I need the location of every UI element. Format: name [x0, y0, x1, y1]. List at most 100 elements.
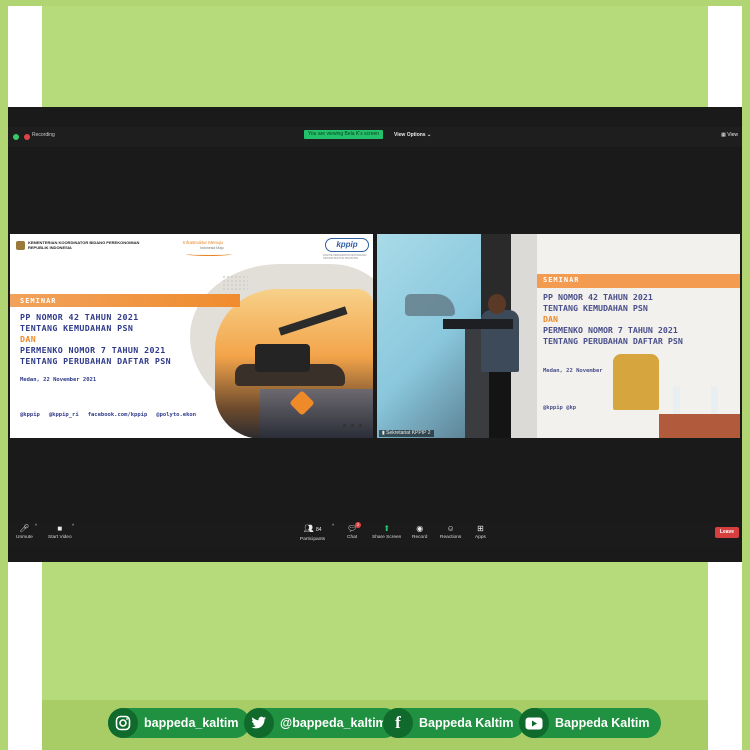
projected-excavator	[405, 294, 455, 316]
banner-date: Medan, 22 November	[543, 368, 603, 374]
slide-title-line-2: TENTANG KEMUDAHAN PSN	[20, 323, 134, 333]
participants-chevron-icon[interactable]: ^	[332, 524, 334, 529]
reactions-button[interactable]: ☺ Reactions	[440, 524, 461, 540]
slide-social-instagram: @kppip	[20, 412, 40, 418]
water-bottle	[711, 386, 718, 414]
share-screen-icon: ⬆	[383, 524, 391, 533]
shared-screen-slide: KEMENTERIAN KOORDINATOR BIDANG PEREKONOM…	[10, 234, 373, 438]
grid-icon: ▦	[721, 132, 726, 138]
frame-right	[742, 0, 750, 750]
banner-line-4: PERMENKO NOMOR 7 TAHUN 2021	[543, 325, 678, 335]
twitter-pill[interactable]: @bappeda_kaltim	[244, 708, 399, 738]
record-label: Record	[412, 535, 428, 540]
chat-button[interactable]: 💬︎ 2 Chat	[347, 522, 362, 540]
facebook-handle: Bappeda Kaltim	[419, 716, 514, 730]
participant-name-label: ▮ Sekretariat KPPIP 2	[379, 430, 434, 437]
podium-top	[443, 319, 513, 329]
garuda-emblem-icon	[16, 241, 25, 250]
unmute-label: Unmute	[16, 535, 33, 540]
microphone-muted-icon: 🎤︎	[19, 524, 30, 533]
start-video-button[interactable]: ■ Start Video	[48, 524, 72, 540]
participant-name: Sekretariat KPPIP 2	[386, 430, 431, 436]
banner-line-3: DAN	[543, 314, 558, 324]
reactions-icon: ☺	[446, 524, 455, 533]
instagram-pill[interactable]: bappeda_kaltim	[108, 708, 251, 738]
ministry-name: KEMENTERIAN KOORDINATOR BIDANG PEREKONOM…	[28, 240, 140, 250]
slide-social-instagram-2: @polyto.ekon	[156, 412, 197, 418]
recording-label: Recording	[32, 132, 55, 138]
frame-left	[0, 0, 8, 750]
slide-title-line-1: PP NOMOR 42 TAHUN 2021	[20, 312, 139, 322]
slide-date: Medan, 22 November 2021	[20, 377, 97, 383]
chat-badge: 2	[355, 522, 362, 528]
slide-social-twitter: @kppip_ri	[48, 412, 79, 418]
youtube-icon	[519, 708, 549, 738]
apps-label: Apps	[475, 535, 486, 540]
unmute-button[interactable]: 🎤︎ Unmute	[16, 524, 33, 540]
facebook-icon: f	[383, 708, 413, 738]
facebook-pill[interactable]: f Bappeda Kaltim	[383, 708, 526, 738]
view-button[interactable]: ▦ View	[721, 132, 738, 138]
infra-subtitle: Indonesia Maju	[200, 246, 224, 250]
slide-title-line-4: PERMENKO NOMOR 7 TAHUN 2021	[20, 345, 166, 355]
excavator-cab	[255, 344, 310, 372]
chevron-down-icon: ⌄	[426, 132, 432, 138]
recording-icon	[24, 134, 30, 140]
participants-label: Participants	[300, 537, 326, 542]
banner-line-5: TENTANG PERUBAHAN DAFTAR PSN	[543, 336, 683, 346]
twitter-handle: @bappeda_kaltim	[280, 716, 387, 730]
reactions-label: Reactions	[440, 535, 462, 540]
view-options-label: View Options	[394, 132, 426, 138]
signal-icon: ▮	[382, 430, 385, 436]
view-options-button[interactable]: View Options ⌄	[394, 132, 431, 138]
share-screen-button[interactable]: ⬆ Share Screen	[372, 524, 401, 540]
kppip-logo: kppip	[325, 238, 369, 252]
speaker-legs	[489, 372, 511, 438]
slide-social-facebook: facebook.com/kppip	[87, 412, 148, 418]
speaker-video-tile[interactable]: SEMINAR PP NOMOR 42 TAHUN 2021 TENTANG K…	[377, 234, 740, 438]
instagram-icon	[108, 708, 138, 738]
zoom-meeting-window: Recording You are viewing Bela K's scree…	[8, 107, 742, 562]
zoom-top-bar: Recording You are viewing Bela K's scree…	[8, 127, 742, 147]
video-camera-icon: ■	[57, 524, 63, 533]
viewing-screen-banner: You are viewing Bela K's screen	[304, 130, 384, 139]
view-label: View	[727, 132, 738, 138]
water-bottle	[673, 386, 680, 414]
chat-label: Chat	[347, 535, 358, 540]
banner-seminar-label: SEMINAR	[543, 276, 580, 284]
record-icon: ◉	[416, 524, 424, 533]
slide-dots	[343, 424, 362, 427]
participants-count: 84	[315, 527, 322, 533]
table	[659, 414, 740, 438]
start-video-label: Start Video	[48, 535, 72, 540]
dots-decoration	[222, 275, 248, 291]
youtube-pill[interactable]: Bappeda Kaltim	[519, 708, 662, 738]
kppip-logo-subtitle: KOMITE PERCEPATAN PENYEDIAAN INFRASTRUKT…	[323, 254, 367, 260]
chair	[613, 354, 659, 410]
participants-button[interactable]: 👥︎ 84 Participants	[300, 524, 325, 542]
chat-icon: 💬︎ 2	[347, 522, 362, 533]
seminar-label: SEMINAR	[20, 297, 57, 305]
video-options-chevron-icon[interactable]: ^	[72, 524, 74, 529]
infra-title: Infrastruktur Menuju	[183, 240, 224, 245]
audio-options-chevron-icon[interactable]: ^	[35, 524, 37, 529]
banner-social: @kppip @kp	[543, 405, 577, 411]
share-screen-label: Share Screen	[372, 535, 402, 540]
slide-social-row: @kppip @kppip_ri facebook.com/kppip @pol…	[20, 412, 196, 418]
youtube-handle: Bappeda Kaltim	[555, 716, 650, 730]
shield-icon[interactable]	[13, 134, 19, 140]
banner-line-2: TENTANG KEMUDAHAN PSN	[543, 303, 648, 313]
instagram-handle: bappeda_kaltim	[144, 716, 239, 730]
participants-icon: 👥︎ 84	[303, 524, 322, 533]
slide-title-line-5: TENTANG PERUBAHAN DAFTAR PSN	[20, 356, 172, 366]
swoosh-decoration	[186, 252, 232, 256]
slide-water	[260, 389, 373, 438]
slide-title-line-3: DAN	[20, 334, 37, 344]
apps-button[interactable]: ⊞ Apps	[475, 524, 486, 540]
twitter-icon	[244, 708, 274, 738]
speaker-head	[488, 294, 506, 314]
meeting-toolbar: 🎤︎ Unmute ^ ■ Start Video ^ 👥︎ 84 Partic…	[8, 522, 742, 546]
record-button[interactable]: ◉ Record	[412, 524, 427, 540]
apps-icon: ⊞	[477, 524, 484, 533]
leave-button[interactable]: Leave	[715, 527, 739, 538]
